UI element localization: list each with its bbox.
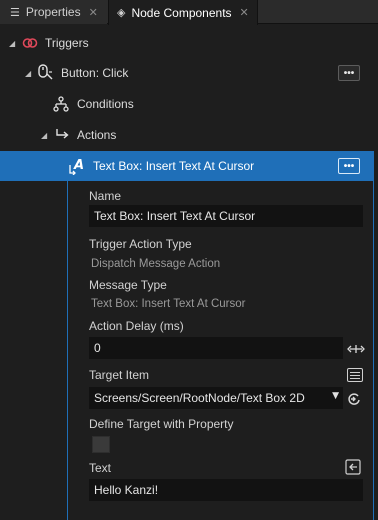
tab-properties[interactable]: ☰ Properties ✕ (0, 0, 107, 24)
expand-arrow-icon[interactable]: ◢ (25, 69, 31, 78)
tree-item-actions[interactable]: ◢ Actions (0, 120, 374, 151)
node-components-icon: ◈ (117, 6, 126, 19)
expand-arrow-icon[interactable]: ◢ (41, 131, 47, 140)
expand-arrow-icon[interactable]: ◢ (9, 39, 15, 48)
more-options-button[interactable]: ••• (338, 158, 360, 174)
tab-node-components[interactable]: ◈ Node Components ✕ (108, 0, 258, 25)
action-delay-label: Action Delay (ms) (89, 319, 184, 333)
define-target-checkbox[interactable] (92, 436, 110, 453)
tree-item-label: Triggers (45, 36, 89, 50)
target-item-value: Screens/Screen/RootNode/Text Box 2D (94, 391, 305, 405)
tree-item-label: Text Box: Insert Text At Cursor (93, 159, 255, 173)
click-trigger-icon (38, 64, 53, 80)
more-options-button[interactable]: ••• (338, 65, 360, 81)
reset-target-icon[interactable] (347, 392, 361, 406)
trigger-action-type-label: Trigger Action Type (89, 237, 192, 251)
list-icon: ☰ (10, 5, 20, 19)
tree-item-conditions[interactable]: Conditions (0, 89, 374, 120)
text-action-icon: A (69, 158, 84, 175)
action-delay-field[interactable]: 0 (89, 337, 343, 359)
chevron-down-icon: ▼ (332, 391, 339, 401)
message-type-label: Message Type (89, 278, 167, 292)
actions-icon (56, 129, 69, 139)
bind-property-icon[interactable] (345, 459, 361, 475)
tree-item-triggers[interactable]: ◢ Triggers (0, 28, 374, 59)
target-item-dropdown[interactable]: Screens/Screen/RootNode/Text Box 2D ▼ (89, 387, 343, 409)
tree-item-label: Actions (77, 128, 117, 142)
svg-text:A: A (73, 158, 84, 173)
close-icon[interactable]: ✕ (89, 6, 98, 19)
tree-item-insert-text-action[interactable]: A Text Box: Insert Text At Cursor ••• (0, 151, 374, 181)
message-type-value: Text Box: Insert Text At Cursor (91, 298, 246, 310)
action-properties-panel: Name Text Box: Insert Text At Cursor Tri… (67, 181, 374, 520)
text-field[interactable]: Hello Kanzi! (89, 479, 363, 501)
tree-item-label: Button: Click (61, 66, 129, 80)
define-target-label: Define Target with Property (89, 417, 234, 431)
node-picker-icon[interactable] (347, 368, 363, 382)
triggers-icon (22, 38, 38, 48)
name-field[interactable]: Text Box: Insert Text At Cursor (89, 205, 363, 227)
tree-item-button-click[interactable]: ◢ Button: Click ••• (0, 58, 374, 89)
tab-bar: ☰ Properties ✕ ◈ Node Components ✕ (0, 0, 378, 25)
tree-item-label: Conditions (77, 97, 134, 111)
conditions-icon (53, 96, 69, 112)
drag-value-icon[interactable] (347, 343, 365, 355)
name-label: Name (89, 189, 122, 203)
text-label: Text (89, 461, 112, 475)
close-icon[interactable]: ✕ (240, 6, 249, 19)
tab-node-components-label: Node Components (131, 5, 232, 20)
target-item-label: Target Item (89, 368, 150, 382)
tab-properties-label: Properties (25, 5, 81, 19)
trigger-action-type-value: Dispatch Message Action (91, 258, 221, 270)
